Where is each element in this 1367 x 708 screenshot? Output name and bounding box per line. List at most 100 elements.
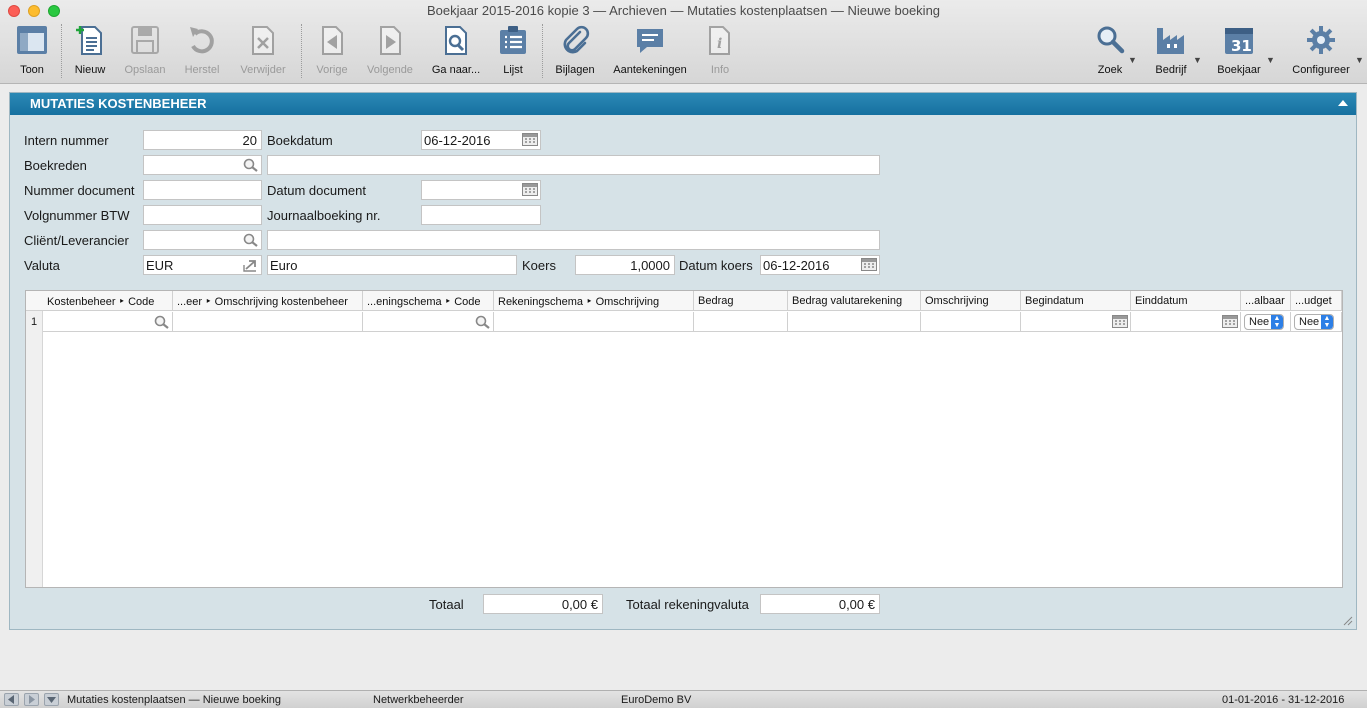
calendar-icon[interactable]: [861, 258, 877, 274]
herstel-button[interactable]: Herstel: [182, 22, 222, 80]
search-icon[interactable]: [243, 233, 259, 249]
cell-omschrijving[interactable]: [921, 312, 1021, 332]
boekdatum-field[interactable]: 06-12-2016: [421, 130, 541, 150]
nieuw-label: Nieuw: [74, 64, 106, 76]
opslaan-button[interactable]: Opslaan: [124, 22, 166, 80]
boekjaar-button[interactable]: 31 Boekjaar: [1216, 22, 1262, 80]
new-document-icon: [75, 22, 105, 58]
cell-kostenbeheer-code[interactable]: [43, 312, 173, 332]
next-icon: [375, 22, 405, 58]
col-rekeningschema-omschrijving[interactable]: Rekeningschema ‣ Omschrijving: [494, 291, 694, 311]
configureer-button[interactable]: Configureer: [1290, 22, 1352, 80]
col-omschrijving[interactable]: Omschrijving: [921, 291, 1021, 311]
datum-document-label: Datum document: [267, 183, 366, 198]
calendar-icon[interactable]: [522, 183, 538, 199]
bedrijf-dropdown-arrow[interactable]: ▼: [1193, 55, 1202, 65]
zoek-button[interactable]: Zoek: [1092, 22, 1128, 80]
select-arrows-icon: ▲ ▼: [1321, 315, 1333, 329]
bedrijf-button[interactable]: Bedrijf: [1152, 22, 1190, 80]
koers-field[interactable]: 1,0000: [575, 255, 675, 275]
search-icon[interactable]: [475, 315, 491, 332]
resize-grip-icon[interactable]: [1343, 616, 1353, 626]
nummer-document-field[interactable]: [143, 180, 262, 200]
cell-rekeningschema-omschrijving[interactable]: [494, 312, 694, 332]
toon-button[interactable]: Toon: [14, 22, 50, 80]
koers-label: Koers: [522, 258, 556, 273]
goto-link-icon[interactable]: [243, 258, 259, 274]
boekreden-description-field[interactable]: [267, 155, 880, 175]
volgende-button[interactable]: Volgende: [366, 22, 414, 80]
bijlagen-label: Bijlagen: [555, 64, 595, 76]
save-icon: [130, 22, 160, 58]
lijst-button[interactable]: Lijst: [496, 22, 530, 80]
aantekeningen-button[interactable]: Aantekeningen: [612, 22, 688, 80]
boekreden-code-field[interactable]: [143, 155, 262, 175]
valuta-description-field[interactable]: Euro: [267, 255, 517, 275]
verwijder-button[interactable]: Verwijder: [238, 22, 288, 80]
zoek-dropdown-arrow[interactable]: ▼: [1128, 55, 1137, 65]
undo-icon: [187, 22, 217, 58]
valuta-label: Valuta: [24, 258, 60, 273]
col-kostenbeheer-code[interactable]: Kostenbeheer ‣ Code: [43, 291, 173, 311]
col-bedrag[interactable]: Bedrag: [694, 291, 788, 311]
calendar-icon[interactable]: [522, 133, 538, 149]
nav-menu-button[interactable]: [44, 693, 59, 706]
col-begindatum[interactable]: Begindatum: [1021, 291, 1131, 311]
datum-document-field[interactable]: [421, 180, 541, 200]
valuta-code-field[interactable]: EUR: [143, 255, 262, 275]
nav-forward-button[interactable]: [24, 693, 39, 706]
aantekeningen-label: Aantekeningen: [613, 64, 687, 76]
col-einddatum[interactable]: Einddatum: [1131, 291, 1241, 311]
datum-koers-value: 06-12-2016: [763, 258, 830, 273]
status-period: 01-01-2016 - 31-12-2016: [1222, 694, 1345, 706]
volgnummer-btw-field[interactable]: [143, 205, 262, 225]
toolbar-separator: [542, 24, 543, 78]
vorige-label: Vorige: [316, 64, 348, 76]
svg-text:31: 31: [1231, 37, 1252, 55]
search-icon[interactable]: [243, 158, 259, 174]
vorige-button[interactable]: Vorige: [314, 22, 350, 80]
col-albaar[interactable]: ...albaar: [1241, 291, 1291, 311]
cell-einddatum[interactable]: [1131, 312, 1241, 332]
cell-bedrag[interactable]: [694, 312, 788, 332]
col-rekeningschema-code[interactable]: ...eningschema ‣ Code: [363, 291, 494, 311]
table-header: Kostenbeheer ‣ Code ...eer ‣ Omschrijvin…: [26, 291, 1342, 311]
search-icon[interactable]: [154, 315, 170, 332]
totaal-rekeningvaluta-field: 0,00 €: [760, 594, 880, 614]
col-kostenbeheer-omschrijving[interactable]: ...eer ‣ Omschrijving kostenbeheer: [173, 291, 363, 311]
udget-select[interactable]: Nee ▲ ▼: [1294, 314, 1334, 330]
cell-kostenbeheer-omschrijving[interactable]: [173, 312, 363, 332]
col-udget[interactable]: ...udget: [1291, 291, 1342, 311]
calendar-icon[interactable]: [1222, 315, 1238, 331]
cell-begindatum[interactable]: [1021, 312, 1131, 332]
nummer-document-label: Nummer document: [24, 183, 135, 198]
svg-text:i: i: [717, 36, 722, 52]
bijlagen-button[interactable]: Bijlagen: [554, 22, 596, 80]
nav-back-button[interactable]: [4, 693, 19, 706]
albaar-select[interactable]: Nee ▲ ▼: [1244, 314, 1284, 330]
configureer-dropdown-arrow[interactable]: ▼: [1355, 55, 1364, 65]
intern-nummer-label: Intern nummer: [24, 133, 109, 148]
cell-bedrag-valutarekening[interactable]: [788, 312, 921, 332]
intern-nummer-field[interactable]: 20: [143, 130, 262, 150]
journaalboeking-field[interactable]: [421, 205, 541, 225]
cell-rekeningschema-code[interactable]: [363, 312, 494, 332]
collapse-triangle-icon[interactable]: [1338, 100, 1348, 106]
toolbar-separator: [61, 24, 62, 78]
info-icon: i: [706, 22, 734, 58]
totaal-label: Totaal: [429, 597, 464, 612]
boekjaar-dropdown-arrow[interactable]: ▼: [1266, 55, 1275, 65]
status-company: EuroDemo BV: [621, 694, 692, 706]
journaalboeking-label: Journaalboeking nr.: [267, 208, 381, 223]
nieuw-button[interactable]: Nieuw: [72, 22, 108, 80]
lijst-label: Lijst: [503, 64, 523, 76]
col-bedrag-valutarekening[interactable]: Bedrag valutarekening: [788, 291, 921, 311]
client-description-field[interactable]: [267, 230, 880, 250]
info-button[interactable]: i Info: [706, 22, 734, 80]
calendar-icon[interactable]: [1112, 315, 1128, 331]
ga-naar-button[interactable]: Ga naar...: [432, 22, 480, 80]
gear-icon: [1305, 22, 1337, 58]
ga-naar-label: Ga naar...: [431, 64, 481, 76]
client-code-field[interactable]: [143, 230, 262, 250]
datum-koers-field[interactable]: 06-12-2016: [760, 255, 880, 275]
